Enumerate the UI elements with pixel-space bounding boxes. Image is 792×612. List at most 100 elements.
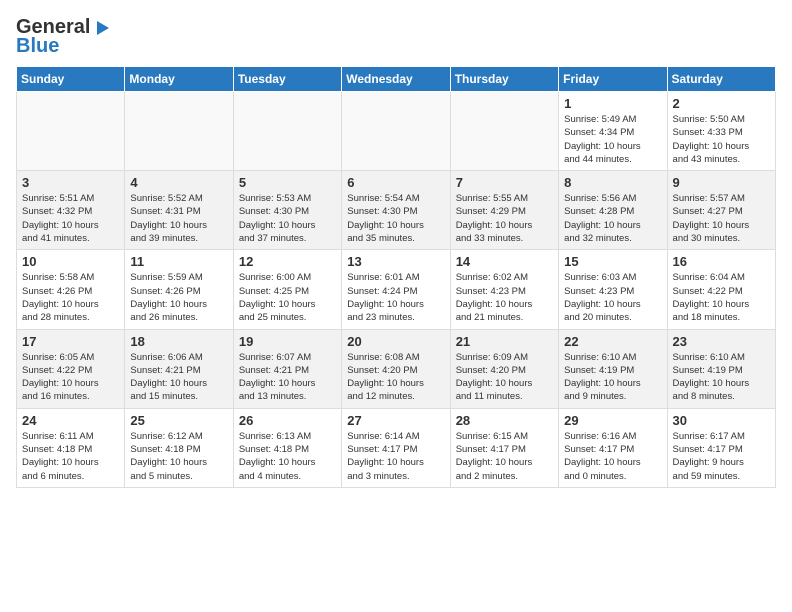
calendar-day-cell: 21 Sunrise: 6:09 AM Sunset: 4:20 PM Dayli… (450, 329, 558, 408)
logo-blue-text: Blue (16, 35, 59, 58)
day-info: Sunrise: 5:50 AM Sunset: 4:33 PM Dayligh… (673, 113, 770, 166)
calendar-day-cell: 16 Sunrise: 6:04 AM Sunset: 4:22 PM Dayli… (667, 250, 775, 329)
day-number: 16 (673, 254, 770, 269)
calendar-day-cell (125, 92, 233, 171)
day-number: 22 (564, 334, 661, 349)
day-number: 1 (564, 96, 661, 111)
day-number: 6 (347, 175, 444, 190)
day-info: Sunrise: 5:58 AM Sunset: 4:26 PM Dayligh… (22, 271, 119, 324)
calendar-day-cell: 9 Sunrise: 5:57 AM Sunset: 4:27 PM Daylig… (667, 171, 775, 250)
calendar-day-cell: 29Sunrise: 6:16 AM Sunset: 4:17 PM Dayli… (559, 408, 667, 487)
calendar-day-cell: 13 Sunrise: 6:01 AM Sunset: 4:24 PM Dayli… (342, 250, 450, 329)
day-number: 5 (239, 175, 336, 190)
day-number: 14 (456, 254, 553, 269)
calendar-day-cell: 20 Sunrise: 6:08 AM Sunset: 4:20 PM Dayli… (342, 329, 450, 408)
day-info: Sunrise: 6:13 AM Sunset: 4:18 PM Dayligh… (239, 430, 336, 483)
day-info: Sunrise: 5:55 AM Sunset: 4:29 PM Dayligh… (456, 192, 553, 245)
day-info: Sunrise: 6:10 AM Sunset: 4:19 PM Dayligh… (564, 351, 661, 404)
calendar-day-cell: 30 Sunrise: 6:17 AM Sunset: 4:17 PM Dayli… (667, 408, 775, 487)
day-info: Sunrise: 6:08 AM Sunset: 4:20 PM Dayligh… (347, 351, 444, 404)
calendar-day-cell: 1 Sunrise: 5:49 AM Sunset: 4:34 PM Daylig… (559, 92, 667, 171)
day-info: Sunrise: 6:04 AM Sunset: 4:22 PM Dayligh… (673, 271, 770, 324)
day-info: Sunrise: 5:51 AM Sunset: 4:32 PM Dayligh… (22, 192, 119, 245)
column-header-thursday: Thursday (450, 67, 558, 92)
calendar-header-row: SundayMondayTuesdayWednesdayThursdayFrid… (17, 67, 776, 92)
day-info: Sunrise: 6:16 AM Sunset: 4:17 PM Dayligh… (564, 430, 661, 483)
column-header-wednesday: Wednesday (342, 67, 450, 92)
calendar-day-cell: 14Sunrise: 6:02 AM Sunset: 4:23 PM Dayli… (450, 250, 558, 329)
day-number: 15 (564, 254, 661, 269)
day-number: 27 (347, 413, 444, 428)
calendar-week-row: 10 Sunrise: 5:58 AM Sunset: 4:26 PM Dayli… (17, 250, 776, 329)
day-number: 7 (456, 175, 553, 190)
day-info: Sunrise: 6:05 AM Sunset: 4:22 PM Dayligh… (22, 351, 119, 404)
day-info: Sunrise: 6:07 AM Sunset: 4:21 PM Dayligh… (239, 351, 336, 404)
day-number: 26 (239, 413, 336, 428)
day-number: 12 (239, 254, 336, 269)
day-number: 24 (22, 413, 119, 428)
calendar-day-cell: 10 Sunrise: 5:58 AM Sunset: 4:26 PM Dayli… (17, 250, 125, 329)
day-number: 23 (673, 334, 770, 349)
calendar-table: SundayMondayTuesdayWednesdayThursdayFrid… (16, 66, 776, 488)
day-info: Sunrise: 6:12 AM Sunset: 4:18 PM Dayligh… (130, 430, 227, 483)
calendar-day-cell: 8 Sunrise: 5:56 AM Sunset: 4:28 PM Daylig… (559, 171, 667, 250)
calendar-day-cell: 27 Sunrise: 6:14 AM Sunset: 4:17 PM Dayli… (342, 408, 450, 487)
column-header-monday: Monday (125, 67, 233, 92)
calendar-day-cell (342, 92, 450, 171)
calendar-day-cell: 11 Sunrise: 5:59 AM Sunset: 4:26 PM Dayli… (125, 250, 233, 329)
calendar-day-cell (450, 92, 558, 171)
day-number: 17 (22, 334, 119, 349)
calendar-day-cell: 17 Sunrise: 6:05 AM Sunset: 4:22 PM Dayli… (17, 329, 125, 408)
day-number: 8 (564, 175, 661, 190)
calendar-day-cell: 2Sunrise: 5:50 AM Sunset: 4:33 PM Daylig… (667, 92, 775, 171)
day-info: Sunrise: 6:17 AM Sunset: 4:17 PM Dayligh… (673, 430, 770, 483)
day-info: Sunrise: 5:54 AM Sunset: 4:30 PM Dayligh… (347, 192, 444, 245)
logo-arrow-icon (97, 21, 109, 35)
day-info: Sunrise: 5:49 AM Sunset: 4:34 PM Dayligh… (564, 113, 661, 166)
calendar-day-cell (17, 92, 125, 171)
day-info: Sunrise: 6:11 AM Sunset: 4:18 PM Dayligh… (22, 430, 119, 483)
calendar-week-row: 1 Sunrise: 5:49 AM Sunset: 4:34 PM Daylig… (17, 92, 776, 171)
calendar-day-cell: 23 Sunrise: 6:10 AM Sunset: 4:19 PM Dayli… (667, 329, 775, 408)
calendar-week-row: 3Sunrise: 5:51 AM Sunset: 4:32 PM Daylig… (17, 171, 776, 250)
day-info: Sunrise: 6:06 AM Sunset: 4:21 PM Dayligh… (130, 351, 227, 404)
day-info: Sunrise: 6:10 AM Sunset: 4:19 PM Dayligh… (673, 351, 770, 404)
calendar-day-cell: 12 Sunrise: 6:00 AM Sunset: 4:25 PM Dayli… (233, 250, 341, 329)
calendar-day-cell: 4Sunrise: 5:52 AM Sunset: 4:31 PM Daylig… (125, 171, 233, 250)
day-number: 21 (456, 334, 553, 349)
calendar-week-row: 24 Sunrise: 6:11 AM Sunset: 4:18 PM Dayli… (17, 408, 776, 487)
calendar-day-cell: 22 Sunrise: 6:10 AM Sunset: 4:19 PM Dayli… (559, 329, 667, 408)
calendar-week-row: 17 Sunrise: 6:05 AM Sunset: 4:22 PM Dayli… (17, 329, 776, 408)
day-number: 10 (22, 254, 119, 269)
day-number: 11 (130, 254, 227, 269)
day-info: Sunrise: 5:53 AM Sunset: 4:30 PM Dayligh… (239, 192, 336, 245)
calendar-day-cell (233, 92, 341, 171)
day-number: 30 (673, 413, 770, 428)
calendar-day-cell: 19 Sunrise: 6:07 AM Sunset: 4:21 PM Dayli… (233, 329, 341, 408)
day-number: 19 (239, 334, 336, 349)
day-number: 25 (130, 413, 227, 428)
day-number: 4 (130, 175, 227, 190)
column-header-friday: Friday (559, 67, 667, 92)
day-info: Sunrise: 5:56 AM Sunset: 4:28 PM Dayligh… (564, 192, 661, 245)
day-number: 9 (673, 175, 770, 190)
day-info: Sunrise: 6:15 AM Sunset: 4:17 PM Dayligh… (456, 430, 553, 483)
calendar-day-cell: 24 Sunrise: 6:11 AM Sunset: 4:18 PM Dayli… (17, 408, 125, 487)
column-header-sunday: Sunday (17, 67, 125, 92)
day-info: Sunrise: 5:59 AM Sunset: 4:26 PM Dayligh… (130, 271, 227, 324)
column-header-tuesday: Tuesday (233, 67, 341, 92)
day-number: 18 (130, 334, 227, 349)
day-number: 28 (456, 413, 553, 428)
day-number: 20 (347, 334, 444, 349)
calendar-day-cell: 3Sunrise: 5:51 AM Sunset: 4:32 PM Daylig… (17, 171, 125, 250)
day-info: Sunrise: 6:14 AM Sunset: 4:17 PM Dayligh… (347, 430, 444, 483)
day-info: Sunrise: 6:03 AM Sunset: 4:23 PM Dayligh… (564, 271, 661, 324)
day-number: 13 (347, 254, 444, 269)
day-info: Sunrise: 6:01 AM Sunset: 4:24 PM Dayligh… (347, 271, 444, 324)
calendar-day-cell: 7 Sunrise: 5:55 AM Sunset: 4:29 PM Daylig… (450, 171, 558, 250)
day-info: Sunrise: 6:00 AM Sunset: 4:25 PM Dayligh… (239, 271, 336, 324)
calendar-day-cell: 15 Sunrise: 6:03 AM Sunset: 4:23 PM Dayli… (559, 250, 667, 329)
calendar-day-cell: 6 Sunrise: 5:54 AM Sunset: 4:30 PM Daylig… (342, 171, 450, 250)
day-info: Sunrise: 5:57 AM Sunset: 4:27 PM Dayligh… (673, 192, 770, 245)
day-info: Sunrise: 6:09 AM Sunset: 4:20 PM Dayligh… (456, 351, 553, 404)
